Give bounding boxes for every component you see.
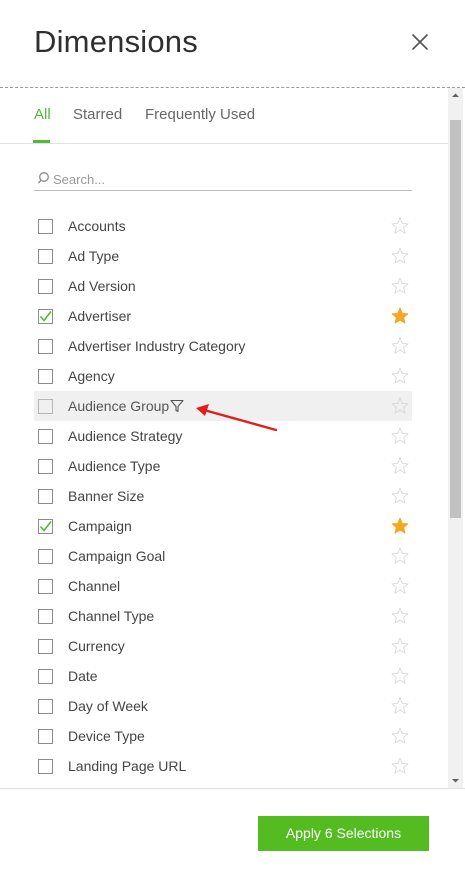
dimension-label: Banner Size <box>68 488 145 504</box>
close-button[interactable] <box>408 30 432 54</box>
dimension-row[interactable]: Audience Group <box>34 391 412 421</box>
star-icon[interactable] <box>391 307 409 325</box>
dimension-row[interactable]: Agency <box>34 361 412 391</box>
check-icon <box>39 521 52 532</box>
dimension-row[interactable]: Audience Strategy <box>34 421 412 451</box>
tab-all[interactable]: All <box>34 106 51 123</box>
dimension-checkbox[interactable] <box>38 309 53 324</box>
dimension-row[interactable]: Advertiser <box>34 301 412 331</box>
star-icon[interactable] <box>391 487 409 505</box>
star-icon[interactable] <box>391 577 409 595</box>
scroll-thumb[interactable] <box>450 120 461 518</box>
dimension-row[interactable]: Ad Version <box>34 271 412 301</box>
filter-icon[interactable] <box>170 399 184 413</box>
dimension-row[interactable]: Accounts <box>34 211 412 241</box>
search-icon <box>38 172 49 184</box>
dimension-row[interactable]: Date <box>34 661 412 691</box>
dimension-row[interactable]: Campaign Goal <box>34 541 412 571</box>
dimension-row[interactable]: Channel Type <box>34 601 412 631</box>
dimension-label: Date <box>68 668 98 684</box>
dimension-label: Audience Group <box>68 398 170 414</box>
star-icon[interactable] <box>391 427 409 445</box>
dimension-checkbox[interactable] <box>38 279 53 294</box>
star-icon[interactable] <box>391 547 409 565</box>
star-icon[interactable] <box>391 367 409 385</box>
apply-selections-button[interactable]: Apply 6 Selections <box>258 816 429 851</box>
dimension-row[interactable]: Banner Size <box>34 481 412 511</box>
dimension-checkbox[interactable] <box>38 549 53 564</box>
dimension-label: Audience Type <box>68 458 161 474</box>
dimension-checkbox[interactable] <box>38 339 53 354</box>
dimension-checkbox[interactable] <box>38 219 53 234</box>
active-tab-indicator <box>33 140 50 143</box>
dimension-label: Ad Version <box>68 278 136 294</box>
dimension-checkbox[interactable] <box>38 699 53 714</box>
dimension-label: Agency <box>68 368 115 384</box>
dimension-row[interactable]: Audience Type <box>34 451 412 481</box>
dimension-row[interactable]: Currency <box>34 631 412 661</box>
star-icon[interactable] <box>391 247 409 265</box>
dimension-checkbox[interactable] <box>38 759 53 774</box>
dimension-label: Ad Type <box>68 248 120 264</box>
dimension-row[interactable]: Campaign <box>34 511 412 541</box>
panel-footer: Apply 6 Selections <box>0 788 465 875</box>
search-input[interactable] <box>53 169 403 189</box>
dimension-label: Audience Strategy <box>68 428 183 444</box>
tab-frequently-used[interactable]: Frequently Used <box>145 106 255 123</box>
tab-starred[interactable]: Starred <box>73 106 122 123</box>
scroll-up-icon[interactable] <box>448 88 463 103</box>
dimension-row[interactable]: Day of Week <box>34 691 412 721</box>
star-icon[interactable] <box>391 337 409 355</box>
dimension-list: Accounts Ad Type Ad Version Advertiser Adver… <box>0 211 448 787</box>
dimension-label: Day of Week <box>68 698 148 714</box>
star-icon[interactable] <box>391 697 409 715</box>
close-icon[interactable] <box>408 30 432 54</box>
dimension-label: Currency <box>68 638 125 654</box>
dimension-row[interactable]: Channel <box>34 571 412 601</box>
panel-header: Dimensions <box>0 0 465 88</box>
dimension-label: Device Type <box>68 728 145 744</box>
search-field[interactable] <box>34 167 412 191</box>
dimension-row[interactable]: Advertiser Industry Category <box>34 331 412 361</box>
check-icon <box>39 311 52 322</box>
star-icon[interactable] <box>391 217 409 235</box>
star-icon[interactable] <box>391 397 409 415</box>
dimension-label: Advertiser Industry Category <box>68 338 246 354</box>
star-icon[interactable] <box>391 457 409 475</box>
dimension-checkbox[interactable] <box>38 609 53 624</box>
dimension-label: Campaign <box>68 518 132 534</box>
tab-bar: All Starred Frequently Used <box>0 88 448 144</box>
star-icon[interactable] <box>391 517 409 535</box>
dimension-checkbox[interactable] <box>38 669 53 684</box>
dimension-checkbox[interactable] <box>38 489 53 504</box>
dimension-row[interactable]: Device Type <box>34 721 412 751</box>
scroll-down-icon[interactable] <box>448 773 463 788</box>
dimension-label: Advertiser <box>68 308 132 324</box>
dimensions-panel: Dimensions All Starred Frequently Used A… <box>0 0 465 875</box>
star-icon[interactable] <box>391 667 409 685</box>
page-title: Dimensions <box>34 24 198 59</box>
dimension-row[interactable]: Ad Type <box>34 241 412 271</box>
dimension-checkbox[interactable] <box>38 579 53 594</box>
dimension-checkbox[interactable] <box>38 399 53 414</box>
star-icon[interactable] <box>391 727 409 745</box>
dimension-checkbox[interactable] <box>38 429 53 444</box>
star-icon[interactable] <box>391 607 409 625</box>
star-icon[interactable] <box>391 757 409 775</box>
dimension-checkbox[interactable] <box>38 249 53 264</box>
dimension-label: Landing Page URL <box>68 758 187 774</box>
scrollbar[interactable] <box>448 88 463 788</box>
dimension-label: Accounts <box>68 218 126 234</box>
dimension-label: Channel Type <box>68 608 155 624</box>
dimension-label: Campaign Goal <box>68 548 166 564</box>
dimension-checkbox[interactable] <box>38 639 53 654</box>
dimension-checkbox[interactable] <box>38 369 53 384</box>
dimension-checkbox[interactable] <box>38 729 53 744</box>
dimension-checkbox[interactable] <box>38 519 53 534</box>
dimension-row[interactable]: Landing Page URL <box>34 751 412 781</box>
star-icon[interactable] <box>391 637 409 655</box>
dimension-label: Channel <box>68 578 121 594</box>
dimension-checkbox[interactable] <box>38 459 53 474</box>
star-icon[interactable] <box>391 277 409 295</box>
